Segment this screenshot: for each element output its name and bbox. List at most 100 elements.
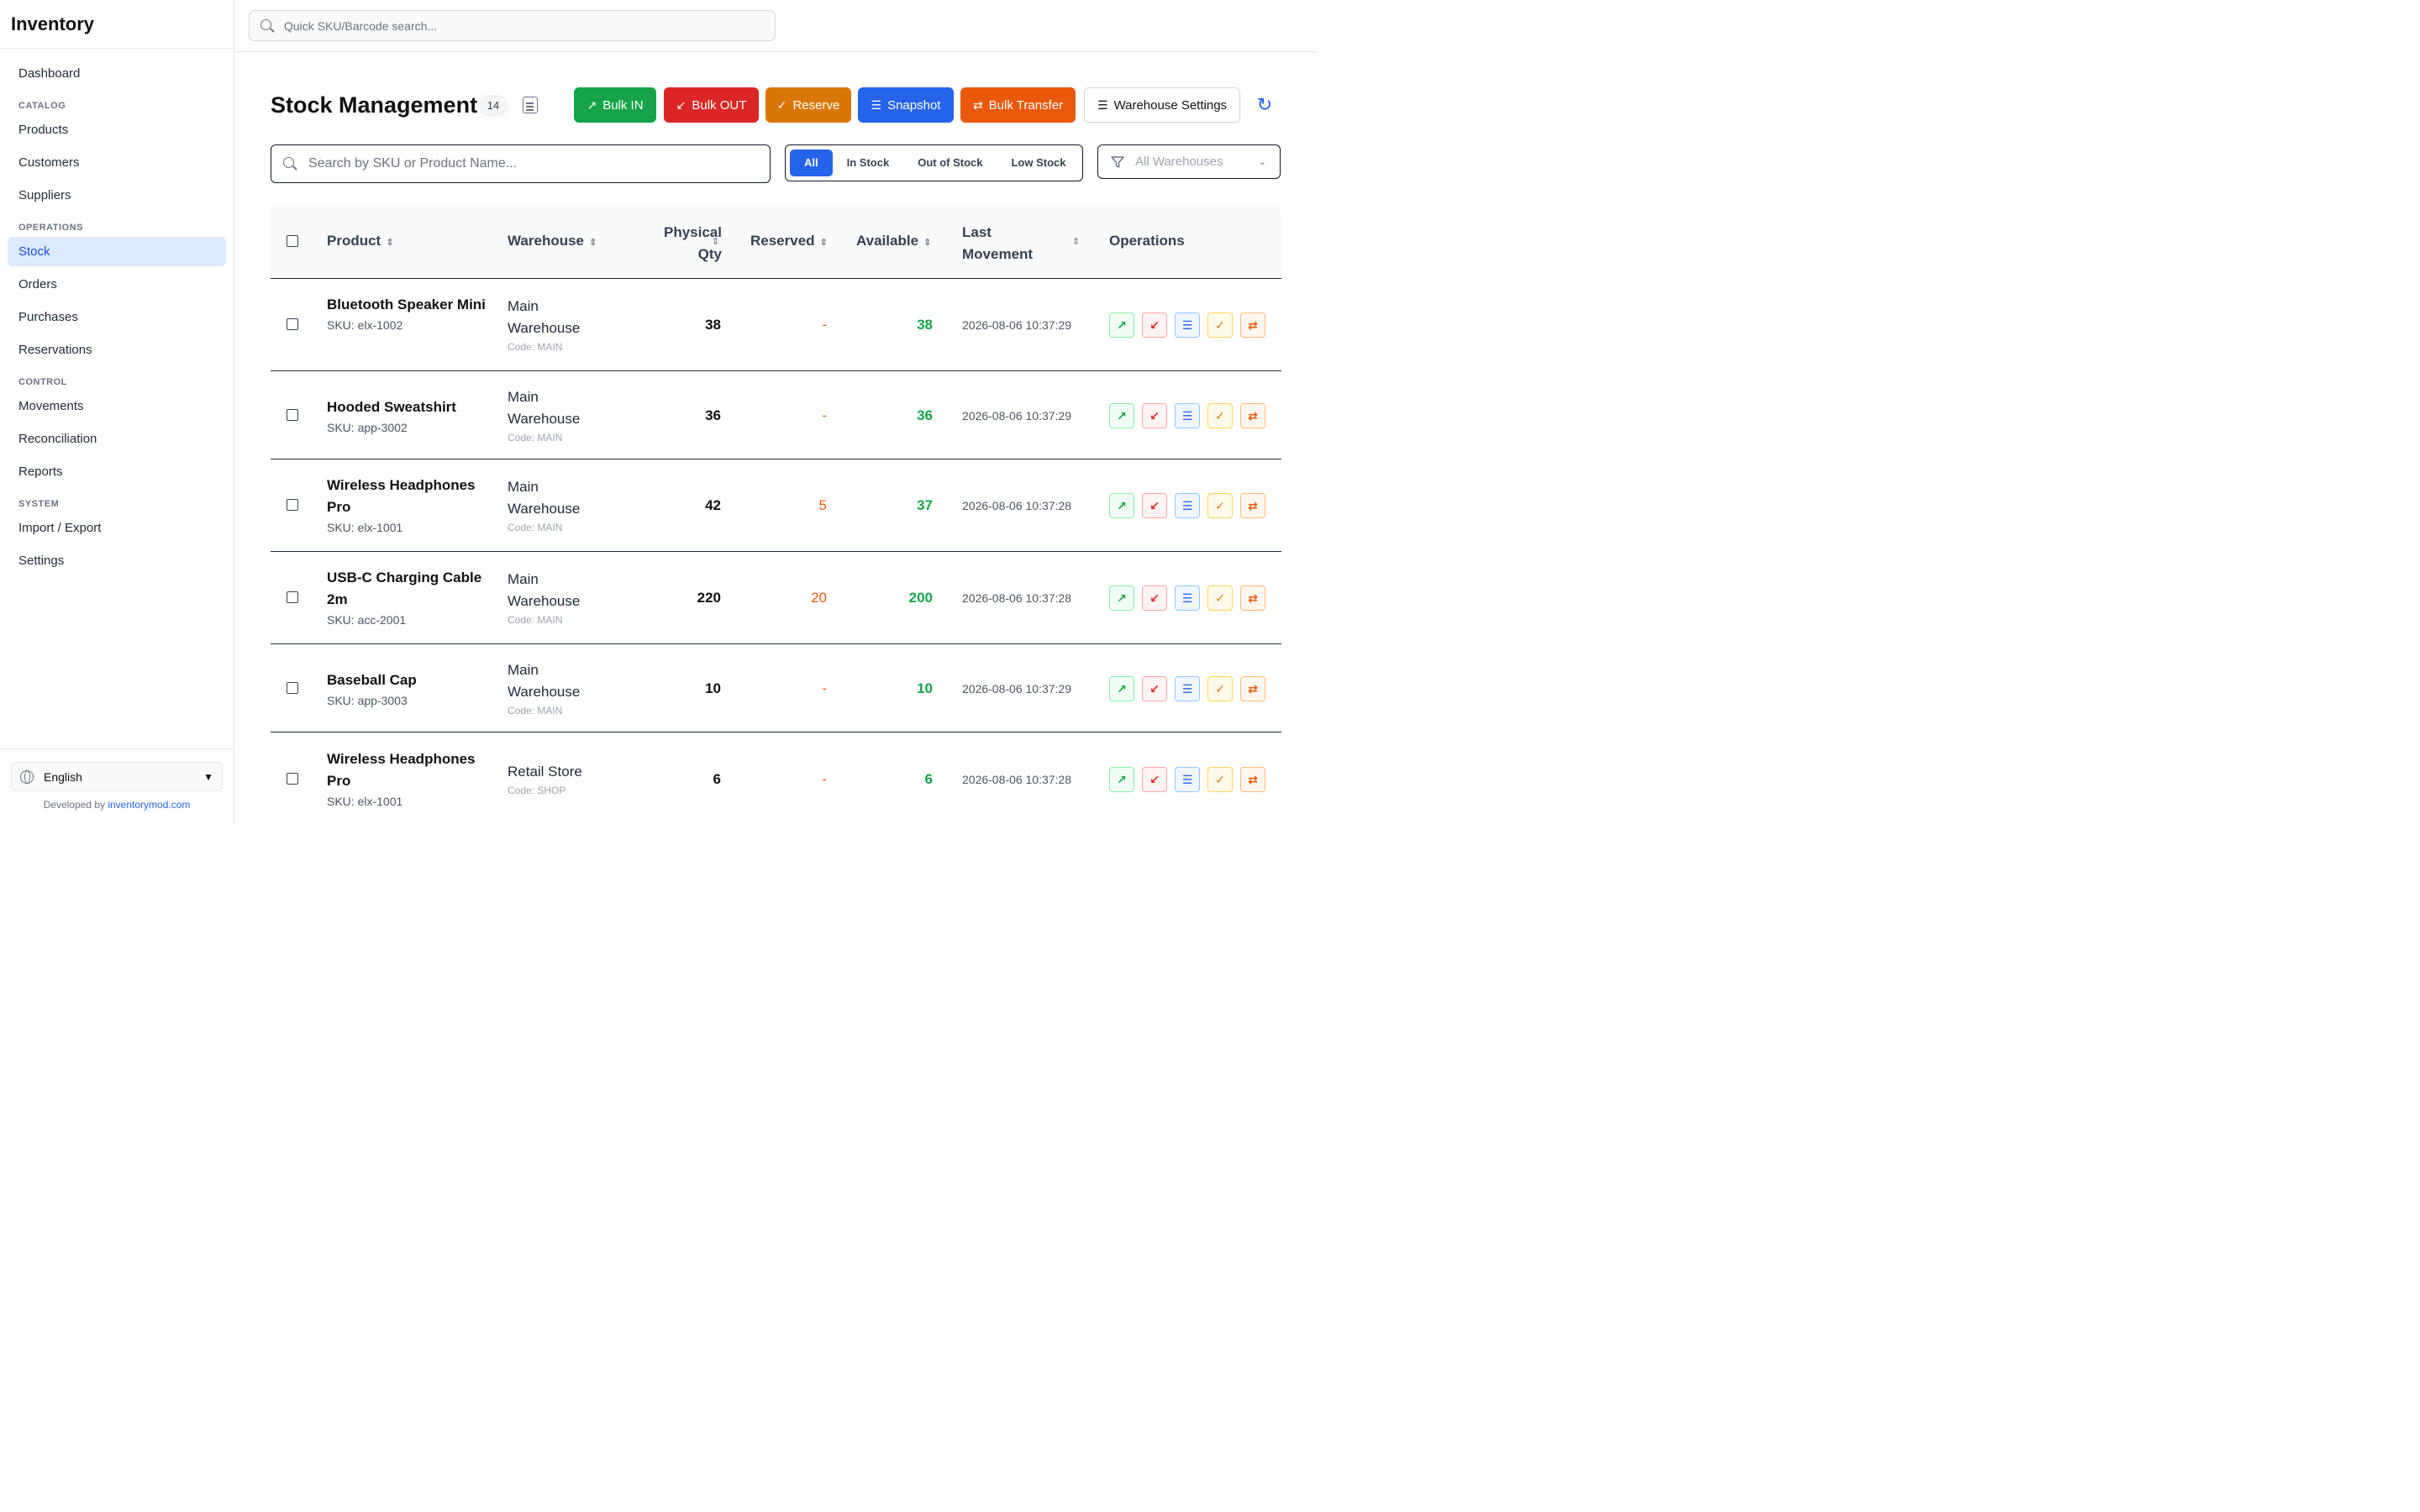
stock-out-icon[interactable]: ↙ — [1142, 312, 1167, 338]
product-name[interactable]: Bluetooth Speaker Mini — [327, 294, 487, 316]
stock-in-icon[interactable]: ↗ — [1109, 767, 1134, 792]
adjust-sliders-icon[interactable]: ☰ — [1175, 676, 1200, 701]
transfer-shuffle-icon[interactable]: ⇄ — [1240, 767, 1265, 792]
transfer-shuffle-icon[interactable]: ⇄ — [1240, 493, 1265, 518]
stock-in-icon[interactable]: ↗ — [1109, 585, 1134, 611]
adjust-sliders-icon[interactable]: ☰ — [1175, 493, 1200, 518]
row-checkbox[interactable] — [287, 318, 298, 330]
arrow-down-left-icon: ↙ — [676, 97, 687, 112]
sliders-icon: ☰ — [871, 97, 882, 112]
bulk-in-button[interactable]: ↗ Bulk IN — [574, 87, 656, 123]
sidebar-item-suppliers[interactable]: Suppliers — [8, 181, 226, 210]
transfer-shuffle-icon[interactable]: ⇄ — [1240, 585, 1265, 611]
row-checkbox[interactable] — [287, 591, 298, 603]
tab-in-stock[interactable]: In Stock — [833, 150, 904, 176]
quick-search-input[interactable] — [284, 18, 738, 33]
row-operations: ↗ ↙ ☰ ✓ ⇄ — [1109, 767, 1265, 792]
product-search-input[interactable] — [308, 156, 762, 171]
row-checkbox[interactable] — [287, 499, 298, 511]
reserve-check-icon[interactable]: ✓ — [1207, 403, 1233, 428]
product-sku: SKU: elx-1001 — [327, 795, 403, 808]
column-last-movement[interactable]: Last Movement — [962, 222, 1033, 265]
product-name[interactable]: Hooded Sweatshirt — [327, 396, 487, 418]
bulk-in-label: Bulk IN — [602, 97, 644, 113]
sidebar-item-reconciliation[interactable]: Reconciliation — [8, 424, 226, 454]
reserve-check-icon[interactable]: ✓ — [1207, 493, 1233, 518]
product-sku: SKU: acc-2001 — [327, 613, 407, 627]
stock-in-icon[interactable]: ↗ — [1109, 676, 1134, 701]
row-operations: ↗ ↙ ☰ ✓ ⇄ — [1109, 312, 1265, 338]
sidebar-item-dashboard[interactable]: Dashboard — [8, 59, 226, 88]
stock-out-icon[interactable]: ↙ — [1142, 493, 1167, 518]
column-reserved[interactable]: Reserved ⇕ — [750, 233, 828, 249]
stock-table: Product ⇕ Warehouse ⇕ Physical Qty ⇕ Reser… — [271, 204, 1281, 823]
row-checkbox[interactable] — [287, 409, 298, 421]
sort-icon: ⇕ — [819, 238, 828, 248]
column-available[interactable]: Available ⇕ — [856, 233, 931, 249]
language-select[interactable]: English ▼ — [11, 762, 223, 791]
row-checkbox[interactable] — [287, 682, 298, 694]
table-row: Bluetooth Speaker Mini SKU: elx-1002 Mai… — [271, 279, 1281, 371]
sidebar-item-settings[interactable]: Settings — [8, 546, 226, 575]
stock-out-icon[interactable]: ↙ — [1142, 585, 1167, 611]
stock-out-icon[interactable]: ↙ — [1142, 676, 1167, 701]
refresh-icon[interactable]: ↻ — [1255, 95, 1275, 115]
snapshot-button[interactable]: ☰ Snapshot — [858, 87, 954, 123]
adjust-sliders-icon[interactable]: ☰ — [1175, 585, 1200, 611]
stock-in-icon[interactable]: ↗ — [1109, 312, 1134, 338]
warehouse-filter-select[interactable]: All Warehouses ⌄ — [1097, 144, 1281, 179]
sort-icon: ⇕ — [712, 237, 720, 247]
sidebar-item-purchases[interactable]: Purchases — [8, 302, 226, 332]
sidebar-item-reservations[interactable]: Reservations — [8, 335, 226, 365]
warehouse-code: Code: MAIN — [508, 432, 563, 444]
warehouse-settings-button[interactable]: ☰ Warehouse Settings — [1084, 87, 1240, 123]
sidebar-item-orders[interactable]: Orders — [8, 270, 226, 299]
reserve-check-icon[interactable]: ✓ — [1207, 312, 1233, 338]
stock-in-icon[interactable]: ↗ — [1109, 493, 1134, 518]
stock-out-icon[interactable]: ↙ — [1142, 403, 1167, 428]
physical-qty: 220 — [697, 590, 721, 606]
sidebar-item-products[interactable]: Products — [8, 115, 226, 144]
column-warehouse[interactable]: Warehouse ⇕ — [508, 233, 597, 249]
globe-icon — [20, 769, 34, 784]
product-name[interactable]: Wireless Headphones Pro — [327, 748, 487, 792]
transfer-shuffle-icon[interactable]: ⇄ — [1240, 676, 1265, 701]
sidebar-item-reports[interactable]: Reports — [8, 457, 226, 486]
product-name[interactable]: USB-C Charging Cable 2m — [327, 567, 487, 611]
row-checkbox[interactable] — [287, 773, 298, 785]
last-movement: 2026-08-06 10:37:28 — [962, 773, 1071, 786]
adjust-sliders-icon[interactable]: ☰ — [1175, 767, 1200, 792]
last-movement: 2026-08-06 10:37:29 — [962, 409, 1071, 423]
developer-link[interactable]: inventorymod.com — [108, 799, 190, 811]
transfer-shuffle-icon[interactable]: ⇄ — [1240, 312, 1265, 338]
sidebar-item-customers[interactable]: Customers — [8, 148, 226, 177]
adjust-sliders-icon[interactable]: ☰ — [1175, 312, 1200, 338]
product-name[interactable]: Baseball Cap — [327, 669, 487, 691]
reserve-check-icon[interactable]: ✓ — [1207, 767, 1233, 792]
document-icon[interactable] — [523, 97, 538, 113]
select-all-checkbox[interactable] — [287, 235, 298, 247]
stock-in-icon[interactable]: ↗ — [1109, 403, 1134, 428]
tab-all[interactable]: All — [790, 150, 833, 176]
product-search-box[interactable] — [271, 144, 771, 183]
quick-search-box[interactable] — [249, 10, 776, 41]
bulk-transfer-button[interactable]: ⇄ Bulk Transfer — [960, 87, 1076, 123]
tab-low-stock[interactable]: Low Stock — [997, 150, 1080, 176]
transfer-shuffle-icon[interactable]: ⇄ — [1240, 403, 1265, 428]
reserve-check-icon[interactable]: ✓ — [1207, 676, 1233, 701]
bulk-out-button[interactable]: ↙ Bulk OUT — [664, 87, 759, 123]
search-icon — [283, 157, 297, 171]
adjust-sliders-icon[interactable]: ☰ — [1175, 403, 1200, 428]
sidebar-item-stock[interactable]: Stock — [8, 237, 226, 266]
sidebar-item-import-export[interactable]: Import / Export — [8, 513, 226, 543]
chevron-down-icon: ▼ — [203, 770, 213, 783]
reserve-button[interactable]: ✓ Reserve — [765, 87, 851, 123]
product-name[interactable]: Wireless Headphones Pro — [327, 475, 487, 518]
column-product[interactable]: Product ⇕ — [327, 233, 393, 249]
reserve-label: Reserve — [792, 97, 840, 113]
sidebar-item-movements[interactable]: Movements — [8, 391, 226, 421]
warehouse-name: Main Warehouse — [508, 389, 581, 427]
reserve-check-icon[interactable]: ✓ — [1207, 585, 1233, 611]
tab-out-of-stock[interactable]: Out of Stock — [903, 150, 997, 176]
stock-out-icon[interactable]: ↙ — [1142, 767, 1167, 792]
